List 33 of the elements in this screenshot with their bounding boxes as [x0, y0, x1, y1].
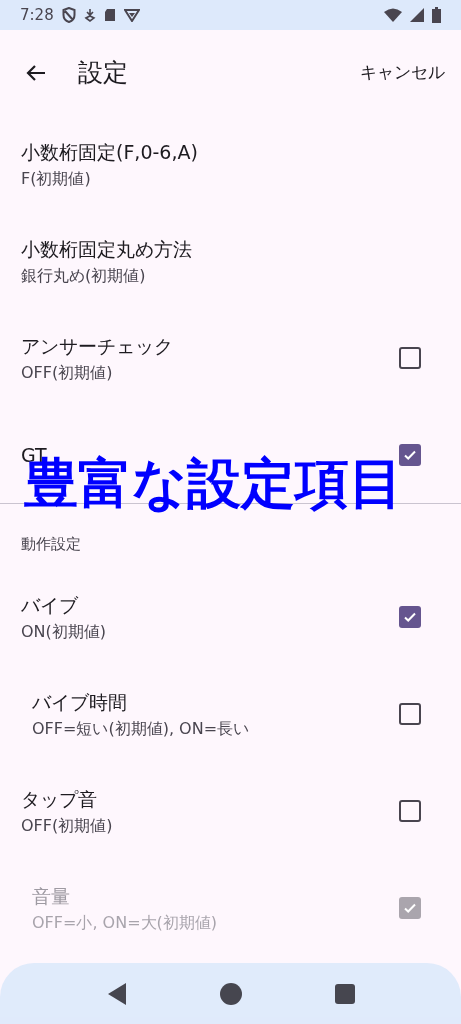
setting-summary: OFF(初期値): [21, 362, 114, 383]
home-icon[interactable]: [220, 982, 243, 1005]
back-icon[interactable]: [106, 981, 129, 1006]
wifi-icon: [384, 8, 402, 22]
setting-title: タップ音: [21, 786, 98, 812]
status-time: 7:28: [20, 4, 54, 26]
checkbox[interactable]: [399, 443, 421, 466]
setting-summary: F(初期値): [21, 168, 92, 189]
section-header: 動作設定: [21, 533, 81, 555]
checkbox[interactable]: [399, 346, 421, 369]
vpn-icon: [123, 8, 140, 22]
download-icon: [83, 8, 96, 22]
checkbox[interactable]: [399, 799, 421, 822]
setting-summary: ON(初期値): [21, 621, 108, 642]
setting-title: 小数桁固定丸め方法: [21, 236, 193, 262]
checkbox[interactable]: [399, 702, 421, 725]
recents-icon[interactable]: [334, 983, 355, 1004]
setting-summary: OFF=短い(初期値), ON=長い: [32, 718, 251, 739]
setting-summary: OFF=小, ON=大(初期値): [32, 912, 219, 933]
setting-title: アンサーチェック: [21, 333, 174, 359]
shield-icon: [61, 7, 76, 23]
setting-title: 音量: [32, 883, 71, 909]
setting-summary: OFF(初期値): [21, 815, 114, 836]
cancel-button[interactable]: キャンセル: [360, 59, 445, 86]
setting-title: バイブ: [21, 592, 79, 618]
screen-title: 設定: [78, 56, 129, 89]
checkbox[interactable]: [399, 605, 421, 628]
battery-icon: [432, 7, 441, 23]
sd-card-icon: [103, 8, 116, 22]
setting-title: 小数桁固定(F,0-6,A): [21, 139, 199, 165]
setting-summary: 銀行丸め(初期値): [21, 265, 147, 286]
signal-icon: [410, 8, 424, 22]
setting-title: バイブ時間: [32, 689, 128, 715]
